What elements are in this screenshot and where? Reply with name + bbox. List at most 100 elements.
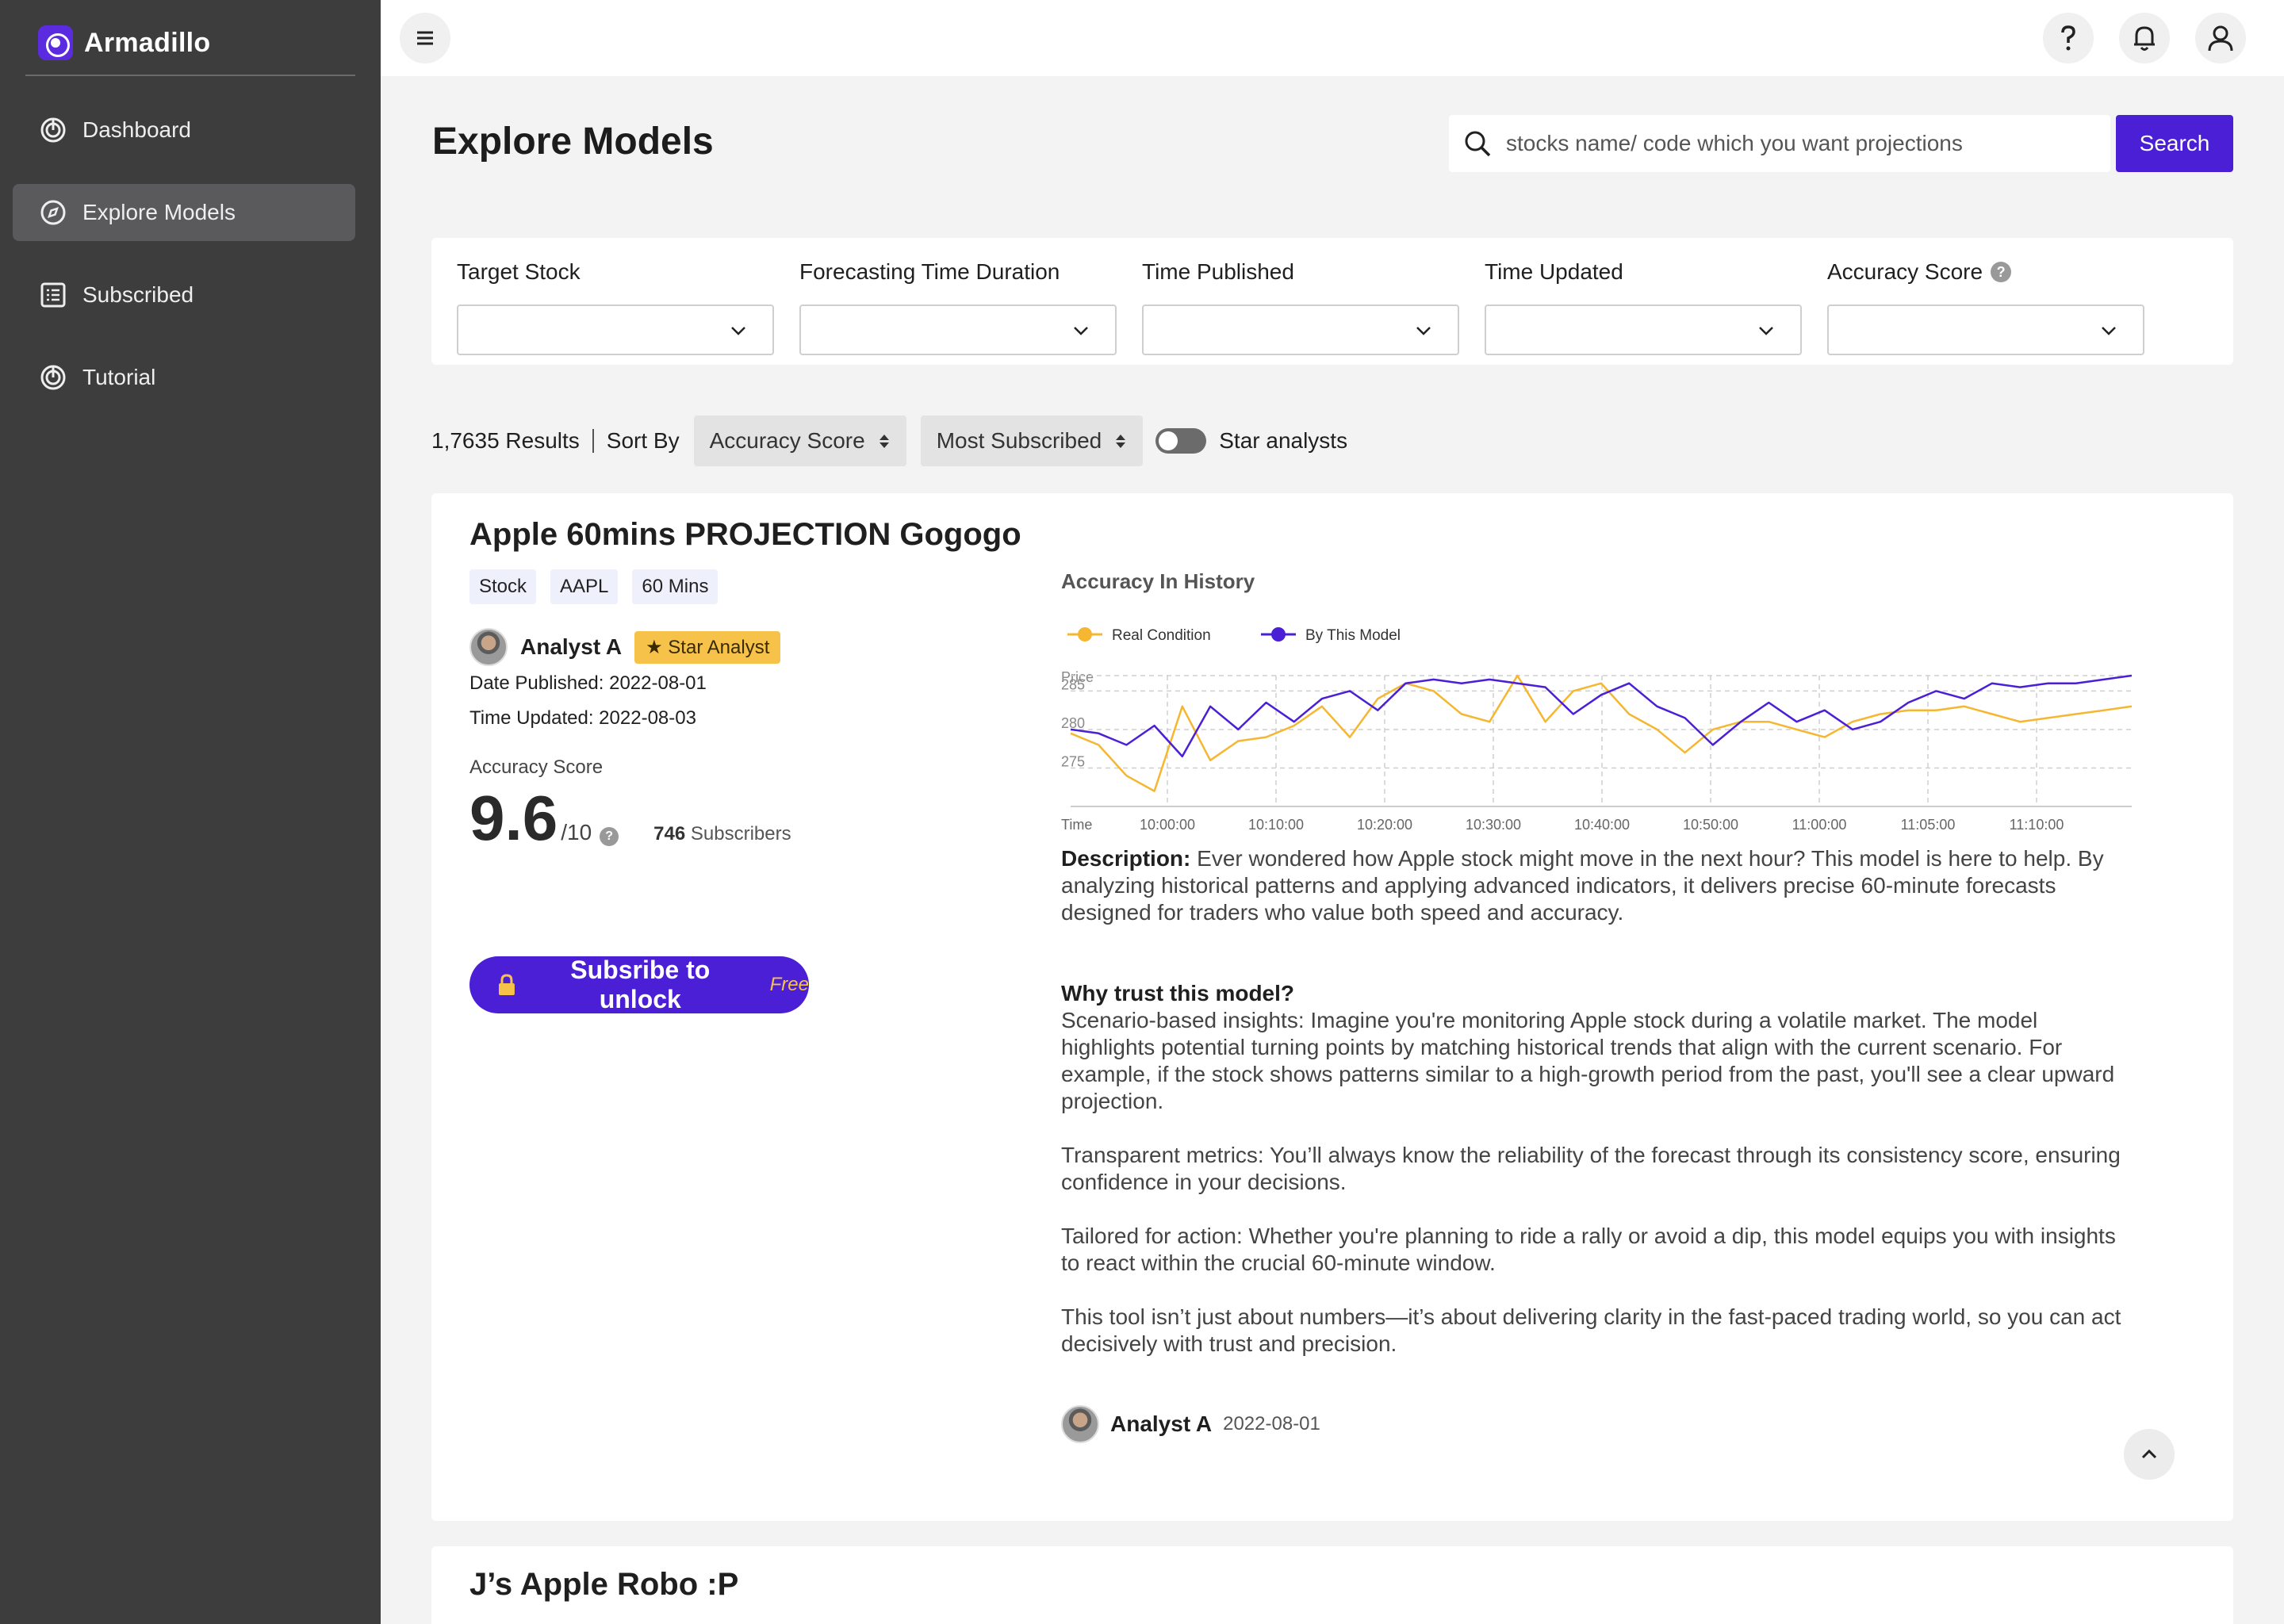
sidebar-item-dashboard[interactable]: Dashboard — [13, 102, 355, 159]
filter-label: Forecasting Time Duration — [799, 259, 1060, 284]
why-paragraph: Tailored for action: Whether you're plan… — [1061, 1224, 2116, 1275]
filter-label: Time Published — [1142, 259, 1294, 284]
legend-label: Real Condition — [1112, 627, 1211, 644]
tag: Stock — [469, 569, 537, 604]
search-icon — [1465, 131, 1491, 157]
forecasting-duration-select[interactable] — [799, 304, 1117, 355]
model-title[interactable]: Apple 60mins PROJECTION Gogogo — [469, 517, 1021, 553]
analyst-name[interactable]: Analyst A — [520, 634, 622, 660]
dashboard-icon — [40, 117, 67, 144]
accuracy-score-select[interactable] — [1827, 304, 2144, 355]
model-card: J’s Apple Robo :P — [431, 1546, 2233, 1624]
help-circle-icon[interactable]: ? — [600, 827, 619, 846]
analyst-row: Analyst A ★ Star Analyst — [469, 628, 781, 666]
chevron-down-icon — [1074, 327, 1088, 335]
model-tags: Stock AAPL 60 Mins — [469, 569, 719, 604]
sidebar-item-explore-models[interactable]: Explore Models — [13, 184, 355, 241]
armadillo-logo-icon — [38, 25, 73, 60]
analyst-name[interactable]: Analyst A — [1110, 1411, 1212, 1437]
compass-icon — [40, 199, 67, 226]
chevron-down-icon — [1759, 327, 1773, 335]
free-label: Free — [769, 974, 809, 995]
sidebar-item-label: Subscribed — [82, 282, 194, 307]
model-title[interactable]: J’s Apple Robo :P — [469, 1567, 738, 1603]
user-icon — [2208, 25, 2233, 52]
filter-forecasting-duration: Forecasting Time Duration — [799, 254, 1117, 355]
x-tick-label: 10:30:00 — [1466, 817, 1521, 833]
target-stock-select[interactable] — [457, 304, 774, 355]
x-tick-label: 10:50:00 — [1683, 817, 1738, 833]
bell-icon — [2134, 26, 2155, 51]
subscribers-count: 746 Subscribers — [653, 823, 791, 845]
time-updated: Time Updated: 2022-08-03 — [469, 707, 696, 729]
search-input[interactable] — [1506, 131, 2061, 156]
sort-accuracy-select[interactable]: Accuracy Score — [693, 416, 906, 466]
filter-label: Time Updated — [1485, 259, 1623, 284]
chevron-down-icon — [2102, 327, 2116, 335]
chevron-down-icon — [731, 327, 745, 335]
avatar[interactable] — [1061, 1405, 1099, 1443]
results-count: 1,7635 Results — [431, 429, 594, 453]
filter-label: Target Stock — [457, 259, 581, 284]
avatar[interactable] — [469, 628, 508, 666]
sort-select-value: Accuracy Score — [709, 428, 865, 453]
model-card: Apple 60mins PROJECTION Gogogo Stock AAP… — [431, 493, 2233, 1521]
sort-updown-icon — [879, 434, 889, 448]
score-value: 9.6 — [469, 783, 558, 853]
y-tick-label: 275 — [1061, 753, 1085, 769]
x-tick-label: 11:10:00 — [2010, 817, 2064, 833]
filter-accuracy-score: Accuracy Score? — [1827, 254, 2144, 355]
time-published-select[interactable] — [1142, 304, 1459, 355]
x-tick-label: 11:00:00 — [1792, 817, 1847, 833]
app-name: Armadillo — [84, 27, 211, 58]
sidebar-divider — [25, 75, 355, 76]
help-icon — [2061, 25, 2075, 51]
accuracy-history-chart: Real Condition By This ModelPrice28528027… — [1061, 627, 2133, 833]
y-tick-label: 285 — [1061, 676, 1085, 692]
tag: AAPL — [550, 569, 619, 604]
sort-by-label: Sort By — [606, 428, 680, 453]
filter-time-published: Time Published — [1142, 254, 1459, 355]
sidebar-item-subscribed[interactable]: Subscribed — [13, 266, 355, 324]
collapse-button[interactable] — [2124, 1429, 2175, 1480]
help-circle-icon[interactable]: ? — [1991, 262, 2012, 282]
why-paragraph: Scenario-based insights: Imagine you're … — [1061, 1008, 2115, 1113]
filter-target-stock: Target Stock — [457, 254, 774, 355]
chevron-down-icon — [1416, 327, 1431, 335]
top-bar — [381, 0, 2284, 76]
list-icon — [40, 282, 67, 308]
profile-button[interactable] — [2195, 13, 2246, 63]
legend-marker — [1271, 627, 1286, 642]
sort-subscribed-select[interactable]: Most Subscribed — [920, 416, 1144, 466]
main-content: Explore Models Search Target Stock Forec… — [381, 76, 2284, 1624]
y-tick-label: 280 — [1061, 715, 1085, 731]
time-updated-select[interactable] — [1485, 304, 1802, 355]
menu-button[interactable] — [400, 13, 450, 63]
model-description: Description: Ever wondered how Apple sto… — [1061, 845, 2124, 1358]
search-button[interactable]: Search — [2116, 115, 2233, 172]
filters-panel: Target Stock Forecasting Time Duration T… — [431, 238, 2233, 365]
tutorial-icon — [40, 364, 67, 391]
why-paragraph: Transparent metrics: You’ll always know … — [1061, 1143, 2121, 1194]
publish-date: 2022-08-01 — [1223, 1413, 1320, 1434]
subscribe-unlock-button[interactable]: Subsribe to unlock Free — [469, 956, 809, 1013]
notifications-button[interactable] — [2119, 13, 2170, 63]
x-axis-label: Time — [1061, 817, 1092, 833]
help-button[interactable] — [2043, 13, 2094, 63]
date-published: Date Published: 2022-08-01 — [469, 672, 707, 694]
sidebar-item-label: Tutorial — [82, 365, 156, 389]
x-tick-label: 10:00:00 — [1140, 817, 1195, 833]
x-tick-label: 10:20:00 — [1357, 817, 1412, 833]
why-paragraph: This tool isn’t just about numbers—it’s … — [1061, 1304, 2121, 1356]
sidebar-item-label: Explore Models — [82, 200, 236, 224]
star-analysts-toggle[interactable] — [1155, 428, 1207, 454]
sort-select-value: Most Subscribed — [936, 428, 1102, 453]
accuracy-score-label: Accuracy Score — [469, 756, 604, 778]
chevron-up-icon — [2141, 1449, 2157, 1459]
sort-updown-icon — [1116, 434, 1126, 448]
lock-icon — [498, 974, 515, 995]
app-logo[interactable]: Armadillo — [38, 25, 211, 60]
star-analysts-label: Star analysts — [1219, 428, 1348, 453]
tag: 60 Mins — [632, 569, 719, 604]
sidebar-item-tutorial[interactable]: Tutorial — [13, 349, 355, 406]
